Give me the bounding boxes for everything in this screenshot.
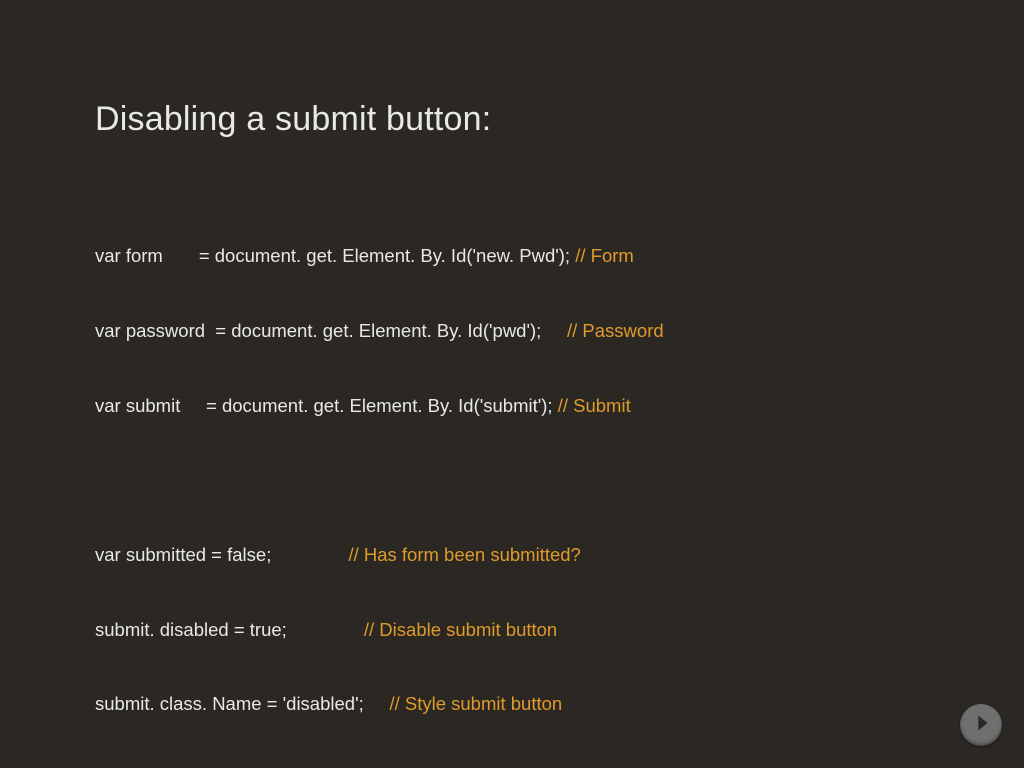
- arrow-right-icon: [969, 712, 993, 739]
- code-text: var submit = document. get. Element. By.…: [95, 395, 558, 416]
- code-text: var submitted = false;: [95, 544, 348, 565]
- code-comment: // Disable submit button: [364, 619, 557, 640]
- code-text: var password = document. get. Element. B…: [95, 320, 567, 341]
- slide: Disabling a submit button: var form = do…: [0, 0, 1024, 768]
- code-comment: // Style submit button: [389, 693, 562, 714]
- slide-title: Disabling a submit button:: [95, 100, 929, 139]
- code-text: submit. class. Name = 'disabled';: [95, 693, 389, 714]
- spacer: [95, 469, 929, 493]
- code-line: submit. class. Name = 'disabled'; // Sty…: [95, 692, 929, 717]
- code-line: var form = document. get. Element. By. I…: [95, 244, 929, 269]
- code-text: var form = document. get. Element. By. I…: [95, 245, 575, 266]
- code-comment: // Password: [567, 320, 664, 341]
- code-line: submit. disabled = true; // Disable subm…: [95, 618, 929, 643]
- code-line: var submit = document. get. Element. By.…: [95, 394, 929, 419]
- code-comment: // Has form been submitted?: [348, 544, 580, 565]
- next-slide-button[interactable]: [960, 704, 1002, 746]
- code-block-1: var form = document. get. Element. By. I…: [95, 194, 929, 469]
- code-line: var submitted = false; // Has form been …: [95, 543, 929, 568]
- code-text: submit. disabled = true;: [95, 619, 364, 640]
- code-comment: // Submit: [558, 395, 631, 416]
- code-line: var password = document. get. Element. B…: [95, 319, 929, 344]
- code-block-2: var submitted = false; // Has form been …: [95, 493, 929, 768]
- code-comment: // Form: [575, 245, 634, 266]
